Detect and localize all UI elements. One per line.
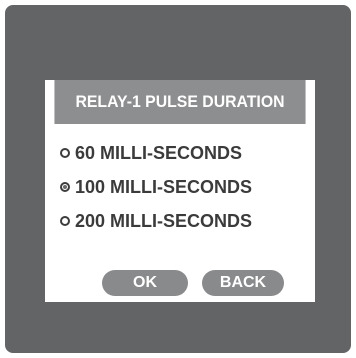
option-200-ms[interactable]: 200 MILLI-SECONDS xyxy=(45,204,315,238)
option-list: 60 MILLI-SECONDS 100 MILLI-SECONDS 200 M… xyxy=(45,136,315,238)
radio-icon[interactable] xyxy=(60,148,70,158)
device-screen: RELAY-1 PULSE DURATION 60 MILLI-SECONDS … xyxy=(5,5,351,353)
option-60-ms[interactable]: 60 MILLI-SECONDS xyxy=(45,136,315,170)
radio-selected-icon[interactable] xyxy=(60,182,70,192)
back-button[interactable]: BACK xyxy=(202,270,284,296)
radio-icon[interactable] xyxy=(60,216,70,226)
option-label: 100 MILLI-SECONDS xyxy=(75,176,253,197)
ok-button[interactable]: OK xyxy=(102,270,188,296)
option-label: 60 MILLI-SECONDS xyxy=(75,142,243,163)
option-100-ms[interactable]: 100 MILLI-SECONDS xyxy=(45,170,315,204)
pulse-duration-dialog: RELAY-1 PULSE DURATION 60 MILLI-SECONDS … xyxy=(45,80,315,302)
option-label: 200 MILLI-SECONDS xyxy=(75,210,253,231)
dialog-title: RELAY-1 PULSE DURATION xyxy=(54,80,306,124)
